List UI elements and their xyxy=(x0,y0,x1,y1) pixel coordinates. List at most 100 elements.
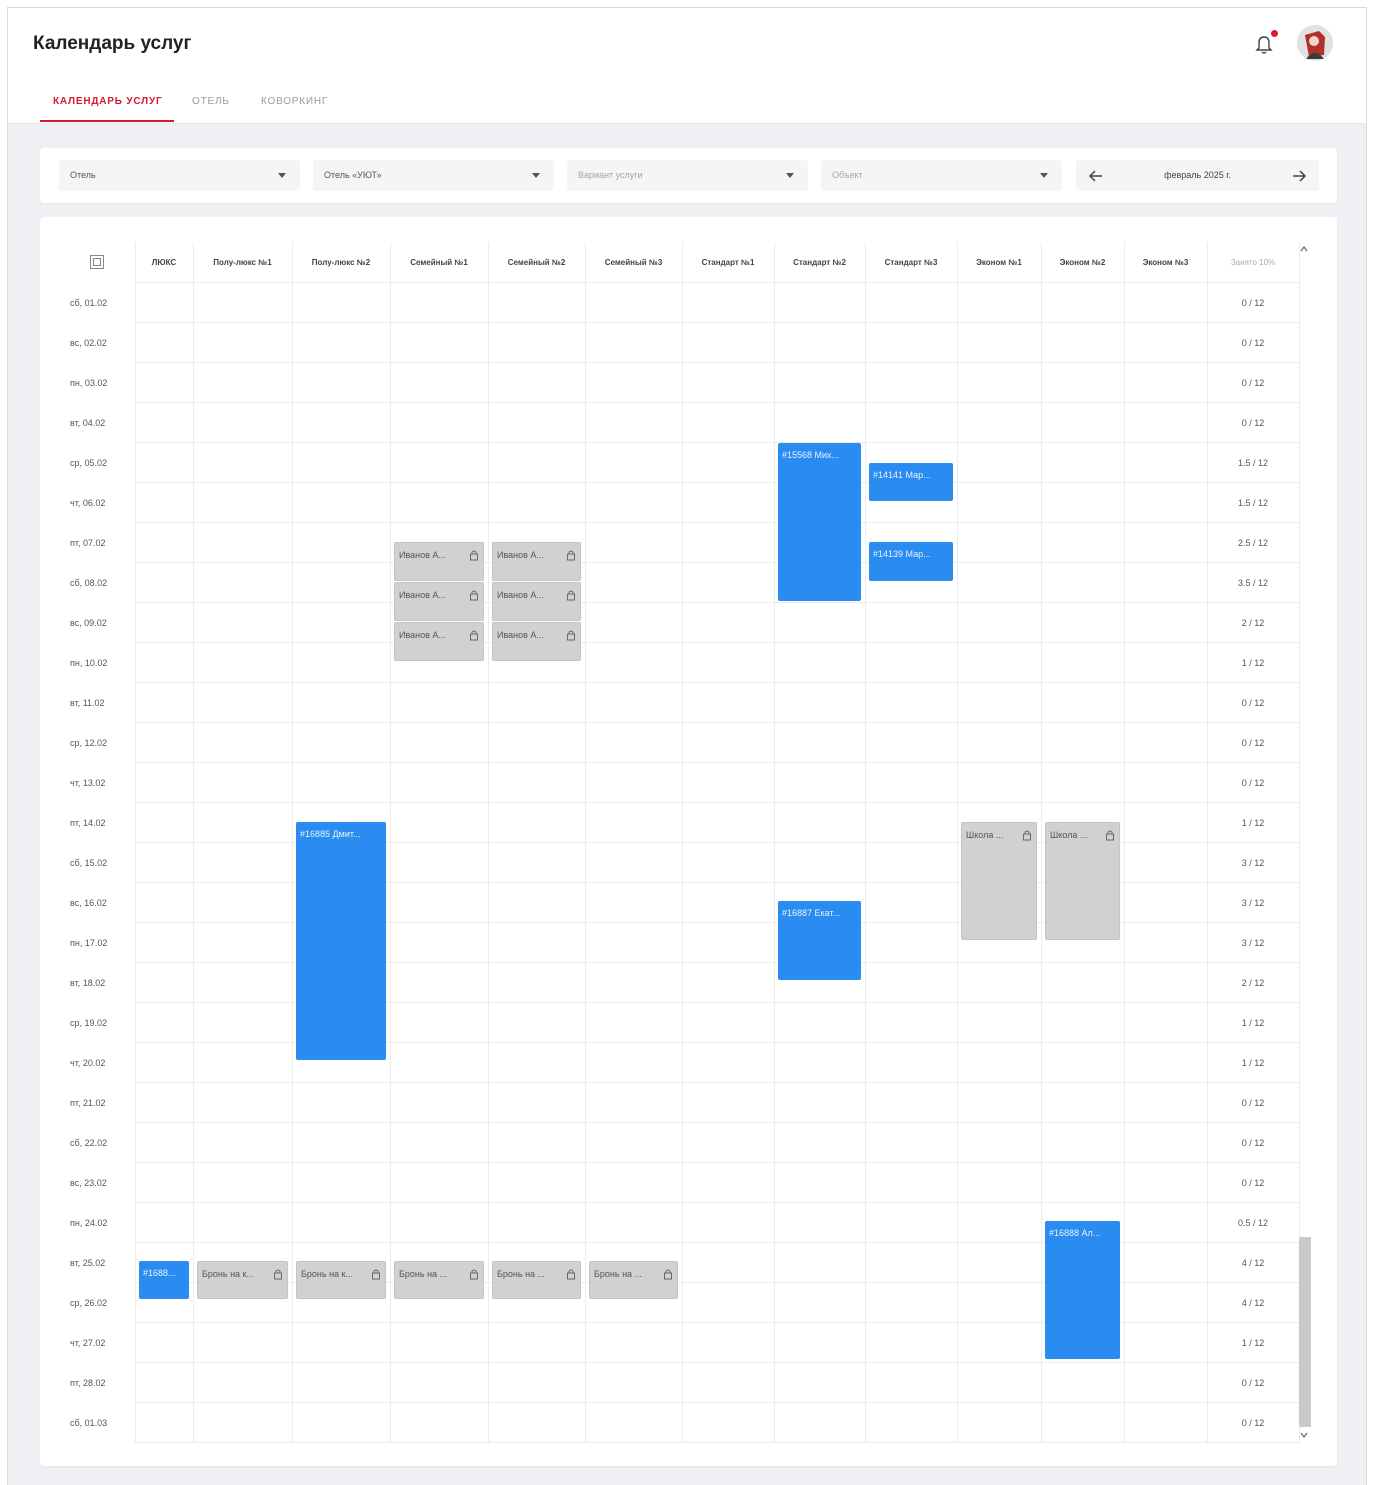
day-cell[interactable] xyxy=(292,1162,391,1203)
day-cell[interactable] xyxy=(135,402,194,443)
day-cell[interactable] xyxy=(488,402,586,443)
day-cell[interactable] xyxy=(1124,722,1208,763)
day-cell[interactable] xyxy=(1041,1362,1125,1403)
day-cell[interactable] xyxy=(1041,1162,1125,1203)
day-cell[interactable] xyxy=(1124,1282,1208,1323)
day-cell[interactable] xyxy=(957,282,1042,323)
day-cell[interactable] xyxy=(390,1402,489,1443)
day-cell[interactable] xyxy=(193,402,293,443)
day-cell[interactable] xyxy=(865,802,958,843)
day-cell[interactable] xyxy=(865,842,958,883)
day-cell[interactable] xyxy=(135,1122,194,1163)
reservation-block[interactable]: Бронь на ... xyxy=(394,1260,484,1300)
day-cell[interactable] xyxy=(292,362,391,403)
day-cell[interactable] xyxy=(488,882,586,923)
day-cell[interactable] xyxy=(957,522,1042,563)
booking-block[interactable]: #16888 Ал... xyxy=(1045,1220,1120,1360)
day-cell[interactable] xyxy=(193,282,293,323)
day-cell[interactable] xyxy=(193,922,293,963)
day-cell[interactable] xyxy=(774,322,866,363)
day-cell[interactable] xyxy=(193,482,293,523)
day-cell[interactable] xyxy=(957,682,1042,723)
day-cell[interactable] xyxy=(682,1362,775,1403)
day-cell[interactable] xyxy=(135,1042,194,1083)
day-cell[interactable] xyxy=(193,882,293,923)
day-cell[interactable] xyxy=(774,1042,866,1083)
day-cell[interactable] xyxy=(390,682,489,723)
day-cell[interactable] xyxy=(135,282,194,323)
day-cell[interactable] xyxy=(1124,282,1208,323)
reservation-block[interactable]: Иванов А... xyxy=(394,542,484,582)
scroll-thumb[interactable] xyxy=(1299,1237,1311,1427)
day-cell[interactable] xyxy=(193,962,293,1003)
day-cell[interactable] xyxy=(135,722,194,763)
day-cell[interactable] xyxy=(488,722,586,763)
day-cell[interactable] xyxy=(135,642,194,683)
day-cell[interactable] xyxy=(585,442,683,483)
day-cell[interactable] xyxy=(865,1402,958,1443)
hotel-select[interactable]: Отель «УЮТ» xyxy=(313,160,554,191)
day-cell[interactable] xyxy=(865,922,958,963)
day-cell[interactable] xyxy=(774,762,866,803)
day-cell[interactable] xyxy=(292,1322,391,1363)
day-cell[interactable] xyxy=(390,322,489,363)
day-cell[interactable] xyxy=(292,1202,391,1243)
day-cell[interactable] xyxy=(774,602,866,643)
day-cell[interactable] xyxy=(682,1242,775,1283)
day-cell[interactable] xyxy=(390,1082,489,1123)
day-cell[interactable] xyxy=(1041,442,1125,483)
day-cell[interactable] xyxy=(865,682,958,723)
day-cell[interactable] xyxy=(774,362,866,403)
day-cell[interactable] xyxy=(774,642,866,683)
day-cell[interactable] xyxy=(390,442,489,483)
day-cell[interactable] xyxy=(488,1042,586,1083)
day-cell[interactable] xyxy=(193,1402,293,1443)
day-cell[interactable] xyxy=(1124,842,1208,883)
day-cell[interactable] xyxy=(292,762,391,803)
day-cell[interactable] xyxy=(135,762,194,803)
day-cell[interactable] xyxy=(865,1282,958,1323)
reservation-block[interactable]: Иванов А... xyxy=(394,582,484,622)
day-cell[interactable] xyxy=(1124,1082,1208,1123)
day-cell[interactable] xyxy=(1124,1042,1208,1083)
day-cell[interactable] xyxy=(1041,1122,1125,1163)
day-cell[interactable] xyxy=(682,402,775,443)
day-cell[interactable] xyxy=(390,802,489,843)
day-cell[interactable] xyxy=(390,762,489,803)
day-cell[interactable] xyxy=(488,962,586,1003)
day-cell[interactable] xyxy=(193,1082,293,1123)
day-cell[interactable] xyxy=(774,1082,866,1123)
day-cell[interactable] xyxy=(135,682,194,723)
reservation-block[interactable]: Бронь на ... xyxy=(492,1260,581,1300)
booking-block[interactable]: #14139 Мар... xyxy=(869,542,953,582)
day-cell[interactable] xyxy=(865,1162,958,1203)
reservation-block[interactable]: Бронь на к... xyxy=(197,1260,288,1300)
day-cell[interactable] xyxy=(488,322,586,363)
day-cell[interactable] xyxy=(292,522,391,563)
day-cell[interactable] xyxy=(292,1082,391,1123)
day-cell[interactable] xyxy=(957,1082,1042,1123)
day-cell[interactable] xyxy=(193,1122,293,1163)
day-cell[interactable] xyxy=(682,1042,775,1083)
day-cell[interactable] xyxy=(682,362,775,403)
day-cell[interactable] xyxy=(585,282,683,323)
day-cell[interactable] xyxy=(193,642,293,683)
day-cell[interactable] xyxy=(135,1322,194,1363)
day-cell[interactable] xyxy=(865,1002,958,1043)
day-cell[interactable] xyxy=(1124,1202,1208,1243)
day-cell[interactable] xyxy=(585,1042,683,1083)
day-cell[interactable] xyxy=(585,842,683,883)
booking-block[interactable]: #15568 Мих... xyxy=(778,442,861,602)
day-cell[interactable] xyxy=(488,1162,586,1203)
day-cell[interactable] xyxy=(682,602,775,643)
day-cell[interactable] xyxy=(865,322,958,363)
day-cell[interactable] xyxy=(774,1162,866,1203)
day-cell[interactable] xyxy=(957,1042,1042,1083)
day-cell[interactable] xyxy=(957,1002,1042,1043)
day-cell[interactable] xyxy=(135,482,194,523)
day-cell[interactable] xyxy=(488,1122,586,1163)
day-cell[interactable] xyxy=(390,1042,489,1083)
day-cell[interactable] xyxy=(682,722,775,763)
day-cell[interactable] xyxy=(390,842,489,883)
day-cell[interactable] xyxy=(193,1042,293,1083)
